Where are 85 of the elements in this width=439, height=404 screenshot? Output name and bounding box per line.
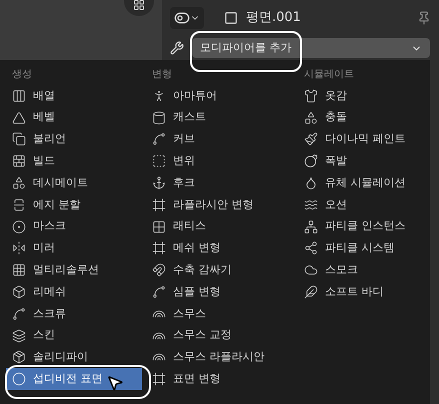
- circle-icon: [12, 372, 26, 386]
- menu-item[interactable]: 후크: [146, 172, 294, 194]
- object-name: 평면.001: [246, 9, 301, 28]
- menu-item[interactable]: 변위: [146, 150, 294, 172]
- waves-icon: [304, 198, 318, 212]
- menu-item[interactable]: 에지 분할: [6, 194, 142, 216]
- grid-icon: [12, 263, 26, 278]
- menu-item[interactable]: 수축 감싸기: [146, 259, 294, 282]
- dashed-square-icon: [152, 154, 166, 168]
- menu-item[interactable]: 스무스 교정: [146, 324, 294, 347]
- menu-item[interactable]: 스무스 라플라시안: [146, 346, 294, 368]
- cylinder-icon: [152, 110, 166, 125]
- curve-icon: [12, 306, 26, 321]
- grid-icon: [133, 0, 145, 11]
- menu-item[interactable]: 데시메이트: [6, 172, 142, 194]
- network-icon: [304, 220, 318, 234]
- droplet-icon: [304, 176, 318, 190]
- frame-icon: [152, 198, 166, 212]
- mouse-cursor-icon: [106, 374, 124, 392]
- column-heading: 시뮬레이트: [303, 68, 354, 82]
- bomb-icon: [304, 154, 318, 168]
- menu-item[interactable]: 불리언: [6, 128, 142, 150]
- mirror-icon: [12, 241, 26, 256]
- menu-item[interactable]: 베벨: [6, 106, 142, 129]
- menu-item[interactable]: 스킨: [6, 324, 142, 347]
- column-heading: 생성: [11, 68, 32, 82]
- menu-item[interactable]: 심플 변형: [146, 281, 294, 303]
- shapes-icon: [304, 110, 318, 125]
- nodes-icon: [304, 241, 318, 256]
- paintbrush-icon: [304, 132, 318, 146]
- frame-icon: [152, 241, 166, 256]
- grid-icon: [152, 220, 166, 234]
- menu-item[interactable]: 커브: [146, 128, 294, 150]
- menu-item[interactable]: 옷감: [298, 85, 426, 107]
- column-heading: 변형: [151, 68, 172, 82]
- triangle-icon: [12, 110, 26, 125]
- menu-item[interactable]: 다이나믹 페인트: [298, 128, 426, 150]
- menu-item[interactable]: 래티스: [146, 216, 294, 238]
- cloud-icon: [304, 263, 318, 278]
- menu-item[interactable]: 리메쉬: [6, 281, 142, 303]
- wrench-icon: [170, 41, 184, 55]
- menu-item[interactable]: 오션: [298, 194, 426, 216]
- package-icon: [12, 350, 26, 364]
- menu-item[interactable]: 빌드: [6, 150, 142, 172]
- menu-item[interactable]: 배열: [6, 85, 142, 107]
- menu-item[interactable]: 라플라시안 변형: [146, 194, 294, 216]
- hook-icon: [152, 176, 166, 190]
- add-modifier-dropdown[interactable]: 모디파이어를 추가: [192, 38, 430, 58]
- menu-item[interactable]: 소프트 바디: [298, 281, 426, 303]
- menu-item[interactable]: 솔리디파이: [6, 346, 142, 368]
- menu-item[interactable]: 충돌: [298, 106, 426, 129]
- object-icon: [224, 11, 238, 25]
- toggle-icon: [174, 10, 190, 26]
- menu-item[interactable]: 스모크: [298, 259, 426, 282]
- menu-item[interactable]: 스무스: [146, 302, 294, 325]
- split-square-icon: [12, 198, 26, 212]
- copy-icon: [12, 132, 26, 146]
- menu-item[interactable]: 미러: [6, 238, 142, 260]
- brick-wall-icon: [12, 154, 26, 168]
- feather-icon: [304, 285, 318, 300]
- magnet-icon: [152, 263, 166, 278]
- pin-icon[interactable]: [417, 11, 431, 25]
- circle-dot-icon: [12, 220, 26, 234]
- menu-item[interactable]: 유체 시뮬레이션: [298, 172, 426, 194]
- editor-type-button[interactable]: [170, 7, 204, 29]
- menu-item[interactable]: 마스크: [6, 216, 142, 238]
- menu-item[interactable]: 멀티리솔루션: [6, 259, 142, 282]
- menu-item[interactable]: 스크류: [6, 302, 142, 325]
- cube-icon: [12, 285, 26, 300]
- frame-icon: [152, 372, 166, 386]
- menu-item[interactable]: 섭디비전 표면: [6, 368, 142, 390]
- menu-item[interactable]: 메쉬 변형: [146, 238, 294, 260]
- menu-item[interactable]: 폭발: [298, 150, 426, 172]
- menu-item[interactable]: 파티클 시스템: [298, 238, 426, 260]
- menu-item[interactable]: 캐스트: [146, 106, 294, 129]
- person-icon: [152, 88, 166, 103]
- curve-icon: [152, 132, 166, 146]
- columns-icon: [12, 88, 26, 103]
- menu-item[interactable]: 아마튜어: [146, 85, 294, 107]
- shirt-icon: [304, 88, 318, 103]
- shapes-icon: [12, 176, 26, 190]
- curve-icon: [152, 285, 166, 300]
- menu-item[interactable]: 표면 변형: [146, 368, 294, 390]
- menu-item[interactable]: 파티클 인스턴스: [298, 216, 426, 238]
- layers-icon: [12, 328, 26, 343]
